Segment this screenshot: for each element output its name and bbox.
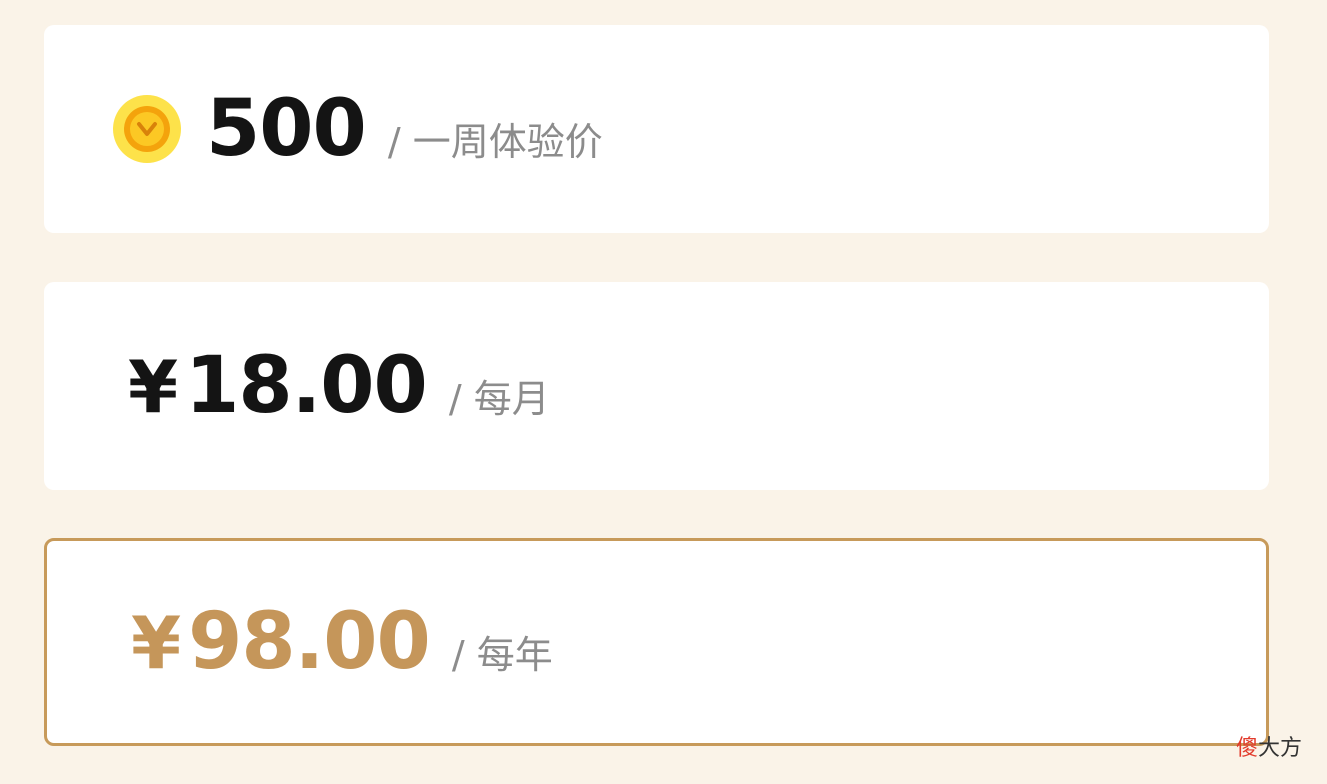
currency-symbol: ¥ [128,345,178,429]
price-row: ¥ 98.00 / 每年 [131,597,553,687]
price-period: / 一周体验价 [387,120,603,164]
plan-option-year[interactable]: ¥ 98.00 / 每年 [44,538,1269,746]
price-period: / 每月 [448,377,550,421]
price-row: 500 / 一周体验价 [113,84,603,174]
watermark-rest: 大方 [1258,736,1303,761]
gold-coin-icon [113,95,181,163]
watermark-first-char: 傻 [1236,736,1259,761]
price-amount: 18.00 [185,341,428,431]
price-period: / 每年 [451,633,553,677]
plan-option-month[interactable]: ¥ 18.00 / 每月 [44,282,1269,490]
price-amount: 98.00 [188,597,431,687]
watermark: 傻大方 [1236,730,1302,762]
plan-option-week[interactable]: 500 / 一周体验价 [44,25,1269,233]
currency-symbol: ¥ [131,601,181,685]
price-amount: 500 [206,84,367,174]
price-row: ¥ 18.00 / 每月 [128,341,550,431]
